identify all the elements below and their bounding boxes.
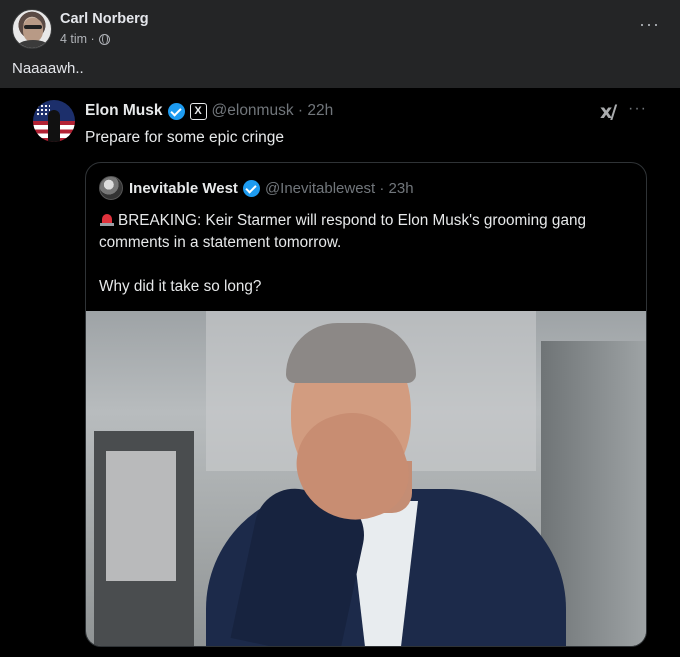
post-time[interactable]: 4 tim ·: [60, 32, 95, 46]
quoted-author-handle[interactable]: @Inevitablewest · 23h: [265, 180, 414, 197]
verified-badge-icon: [167, 102, 185, 120]
quoted-author-row: Inevitable West @Inevitablewest · 23h: [129, 180, 414, 197]
quoted-tweet-card[interactable]: Inevitable West @Inevitablewest · 23h BR…: [85, 162, 647, 647]
x-affiliation-icon: X: [189, 102, 207, 120]
post-meta: 4 tim ·: [60, 32, 110, 46]
tweet-more-icon[interactable]: ···: [628, 100, 647, 118]
tweet-author-handle[interactable]: @elonmusk · 22h: [212, 102, 334, 120]
tweet-author-row: Elon Musk X @elonmusk · 22h: [85, 102, 333, 120]
quoted-author-avatar[interactable]: [99, 176, 123, 200]
tweet-author-avatar[interactable]: [33, 100, 75, 142]
avatar-face: [23, 18, 43, 42]
avatar-figure: [48, 110, 60, 142]
avatar-glasses: [24, 25, 42, 29]
quoted-tweet-photo[interactable]: [86, 311, 646, 646]
quoted-author-name[interactable]: Inevitable West: [129, 180, 238, 197]
quoted-line-2: comments in a statement tomorrow.: [99, 234, 342, 251]
siren-icon: [99, 211, 115, 227]
post-author-name[interactable]: Carl Norberg: [60, 11, 149, 27]
post-text: Naaaawh..: [12, 60, 84, 77]
facebook-post-header: Carl Norberg 4 tim · ··· Naaaawh..: [0, 0, 680, 88]
photo-bg-door-panel: [106, 451, 176, 581]
verified-badge-icon: [242, 180, 260, 197]
embedded-tweet[interactable]: Elon Musk X @elonmusk · 22h x/ ··· Prepa…: [0, 88, 680, 657]
quoted-line-1: BREAKING: Keir Starmer will respond to E…: [118, 212, 586, 229]
quoted-line-3: Why did it take so long?: [99, 278, 262, 295]
more-options-icon[interactable]: ···: [639, 14, 660, 35]
grok-icon[interactable]: x/: [600, 101, 617, 123]
quoted-tweet-text: BREAKING: Keir Starmer will respond to E…: [99, 210, 639, 298]
avatar-shirt: [17, 40, 49, 48]
globe-icon: [98, 33, 110, 45]
author-avatar[interactable]: [12, 9, 52, 49]
tweet-text: Prepare for some epic cringe: [85, 129, 285, 146]
tweet-author-name[interactable]: Elon Musk: [85, 102, 163, 120]
